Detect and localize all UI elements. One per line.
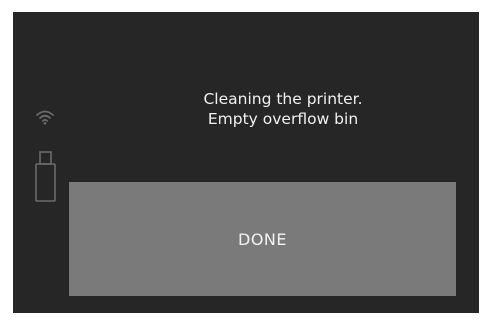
- message-line-2: Empty overflow bin: [207, 110, 359, 128]
- usb-drive-icon: [35, 151, 56, 202]
- done-button[interactable]: DONE: [69, 182, 456, 296]
- status-message: Cleaning the printer. Empty overflow bin: [133, 89, 433, 129]
- printer-screen: Cleaning the printer. Empty overflow bin…: [13, 12, 479, 313]
- message-line-1: Cleaning the printer.: [203, 90, 363, 108]
- wifi-icon: [36, 110, 54, 125]
